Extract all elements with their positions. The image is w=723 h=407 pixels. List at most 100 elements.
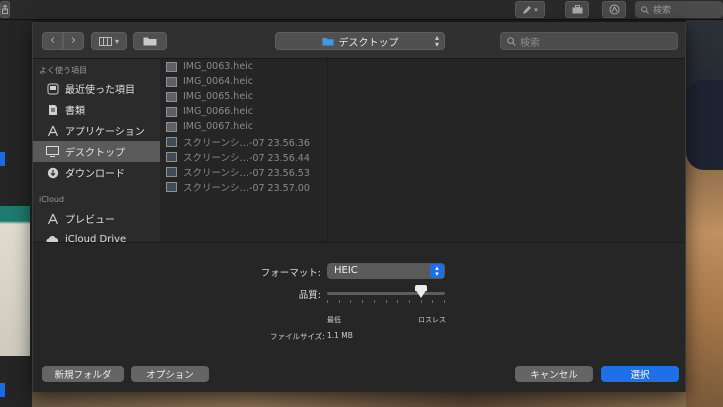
background-toolbar: ▾ 検索 bbox=[0, 0, 723, 20]
quality-slider-tick bbox=[350, 300, 351, 303]
quality-slider-tick bbox=[409, 300, 410, 303]
new-folder-toolbar-button[interactable] bbox=[133, 32, 167, 50]
dialog-button-bar: 新規フォルダ オプション キャンセル 選択 bbox=[33, 356, 685, 392]
chevron-down-icon: ▾ bbox=[114, 36, 119, 46]
markup-pen-button[interactable]: ▾ bbox=[515, 1, 545, 18]
new-folder-button[interactable]: 新規フォルダ bbox=[42, 366, 124, 382]
file-row[interactable]: スクリーンシ…-07 23.56.36 bbox=[160, 134, 328, 149]
screenshot-file-icon bbox=[166, 166, 177, 177]
quality-slider-tick bbox=[421, 300, 422, 303]
quality-label: 品質: bbox=[298, 290, 321, 301]
icloud-section-title: iCloud bbox=[39, 195, 65, 204]
quality-min-label: 最低 bbox=[327, 316, 341, 324]
screen: ▾ 検索 ‹ › ▾ デスクトップ ▴ ▾ 検索 よく使う項目 最近使った項目 … bbox=[0, 0, 723, 407]
file-row[interactable]: スクリーンシ…-07 23.57.00 bbox=[160, 179, 328, 194]
sidebar-item-icloud-drive[interactable]: iCloud Drive bbox=[33, 229, 160, 242]
select-button-label: 選択 bbox=[630, 370, 650, 381]
format-popup[interactable]: HEIC ▴ ▾ bbox=[327, 263, 445, 279]
file-row[interactable]: IMG_0064.heic bbox=[160, 74, 328, 89]
file-name: スクリーンシ…-07 23.56.44 bbox=[183, 152, 310, 164]
back-button[interactable]: ‹ bbox=[42, 32, 63, 50]
background-photo-bottom bbox=[32, 392, 686, 407]
updown-arrows-icon: ▴ ▾ bbox=[434, 33, 439, 49]
file-row[interactable]: IMG_0063.heic bbox=[160, 59, 328, 74]
image-file-icon bbox=[166, 61, 177, 72]
background-indicator bbox=[0, 152, 5, 166]
export-options: フォーマット: HEIC ▴ ▾ 品質: 最低 ロスレス ファイルサイズ: 1.1… bbox=[33, 242, 685, 356]
search-icon bbox=[507, 36, 516, 46]
screenshot-file-icon bbox=[166, 181, 177, 192]
screenshot-file-icon bbox=[166, 136, 177, 147]
location-popup[interactable]: デスクトップ ▴ ▾ bbox=[275, 32, 445, 50]
search-input[interactable]: 検索 bbox=[500, 32, 678, 50]
file-row[interactable]: IMG_0067.heic bbox=[160, 119, 328, 134]
select-button[interactable]: 選択 bbox=[601, 366, 679, 382]
preview-icon bbox=[46, 212, 59, 225]
file-row[interactable]: IMG_0065.heic bbox=[160, 89, 328, 104]
sidebar-item-label: デスクトップ bbox=[65, 148, 125, 159]
desktop-folder-icon bbox=[322, 37, 333, 45]
background-search-field[interactable]: 検索 bbox=[635, 1, 723, 18]
quality-slider-tick bbox=[432, 300, 433, 303]
applications-icon bbox=[46, 124, 59, 137]
file-row[interactable]: IMG_0066.heic bbox=[160, 104, 328, 119]
columns-view-icon bbox=[98, 36, 112, 46]
format-value: HEIC bbox=[334, 265, 358, 276]
annotate-button[interactable] bbox=[602, 1, 626, 18]
sidebar-item-preview[interactable]: プレビュー bbox=[33, 208, 160, 229]
background-photo-object bbox=[686, 80, 723, 170]
sidebar-item-label: アプリケーション bbox=[65, 127, 145, 138]
screenshot-file-icon bbox=[166, 151, 177, 162]
updown-arrows-icon: ▴ ▾ bbox=[430, 264, 444, 278]
quality-slider-tick bbox=[374, 300, 375, 303]
image-file-icon bbox=[166, 76, 177, 87]
cancel-button[interactable]: キャンセル bbox=[515, 366, 593, 382]
image-file-icon bbox=[166, 106, 177, 117]
pen-icon bbox=[523, 5, 532, 14]
sidebar-item-recents[interactable]: 最近使った項目 bbox=[33, 78, 160, 99]
quality-slider-tick bbox=[339, 300, 340, 303]
dialog-sidebar: よく使う項目 最近使った項目 書類 アプリケーション デスクトップ ダウンロード… bbox=[33, 59, 160, 242]
background-indicator bbox=[0, 383, 5, 397]
document-icon bbox=[46, 103, 59, 116]
toolbox-button[interactable] bbox=[565, 1, 589, 18]
file-row[interactable]: スクリーンシ…-07 23.56.53 bbox=[160, 164, 328, 179]
image-file-icon bbox=[166, 121, 177, 132]
background-photo bbox=[686, 20, 723, 407]
background-search-placeholder: 検索 bbox=[653, 6, 672, 16]
file-row[interactable]: スクリーンシ…-07 23.56.44 bbox=[160, 149, 328, 164]
empty-column bbox=[329, 59, 685, 242]
file-name: IMG_0066.heic bbox=[183, 106, 254, 117]
format-label: フォーマット: bbox=[260, 268, 321, 279]
forward-button[interactable]: › bbox=[63, 32, 84, 50]
sidebar-item-label: プレビュー bbox=[65, 215, 115, 226]
sidebar-item-label: ダウンロード bbox=[65, 169, 125, 180]
quality-max-label: ロスレス bbox=[418, 316, 446, 324]
annotate-circle-icon bbox=[609, 4, 619, 15]
quality-slider-tick bbox=[444, 300, 445, 303]
sidebar-item-downloads[interactable]: ダウンロード bbox=[33, 162, 160, 183]
options-button-label: オプション bbox=[146, 370, 194, 381]
sidebar-item-documents[interactable]: 書類 bbox=[33, 99, 160, 120]
save-dialog: ‹ › ▾ デスクトップ ▴ ▾ 検索 よく使う項目 最近使った項目 書類 アプ… bbox=[32, 22, 686, 392]
chevron-left-icon: ‹ bbox=[49, 33, 56, 48]
chevron-down-icon: ▾ bbox=[534, 5, 538, 14]
sidebar-item-applications[interactable]: アプリケーション bbox=[33, 120, 160, 141]
file-name: スクリーンシ…-07 23.57.00 bbox=[183, 182, 310, 194]
location-label: デスクトップ bbox=[338, 37, 399, 49]
view-mode-button[interactable]: ▾ bbox=[91, 32, 127, 50]
background-thumbnail bbox=[0, 206, 30, 356]
folder-icon bbox=[143, 37, 157, 46]
quality-slider-tick bbox=[362, 300, 363, 303]
share-icon bbox=[2, 5, 8, 14]
image-file-icon bbox=[166, 91, 177, 102]
sidebar-item-label: 最近使った項目 bbox=[65, 85, 135, 96]
chevron-right-icon: › bbox=[70, 33, 77, 48]
quality-slider-thumb-pointer[interactable] bbox=[415, 289, 428, 298]
quality-slider-tick bbox=[327, 300, 328, 303]
clock-icon bbox=[46, 82, 59, 95]
options-button[interactable]: オプション bbox=[131, 366, 209, 382]
share-button[interactable] bbox=[0, 1, 10, 18]
file-list: IMG_0063.heic IMG_0064.heic IMG_0065.hei… bbox=[160, 59, 328, 242]
sidebar-item-desktop[interactable]: デスクトップ bbox=[33, 141, 160, 162]
